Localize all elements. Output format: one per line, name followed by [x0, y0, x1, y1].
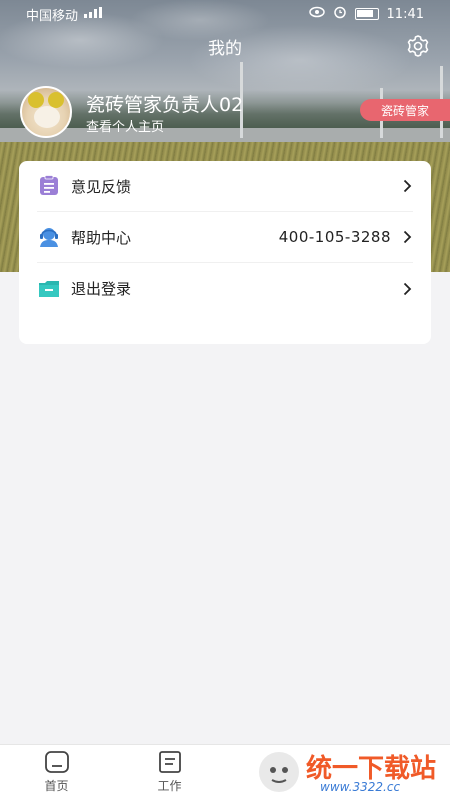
- signal-icon: [84, 6, 103, 22]
- menu-item-feedback[interactable]: 意见反馈: [37, 161, 413, 212]
- support-icon: [37, 225, 61, 249]
- tab-work[interactable]: 工作: [113, 745, 226, 800]
- watermark-logo-icon: [259, 752, 299, 792]
- page-title: 我的: [208, 39, 242, 59]
- view-profile-link[interactable]: 查看个人主页: [86, 116, 164, 135]
- role-badge: 瓷砖管家: [360, 99, 450, 121]
- gear-icon: [407, 35, 429, 57]
- chevron-right-icon: [401, 179, 413, 193]
- clock-time: 11:41: [386, 6, 424, 22]
- user-name[interactable]: 瓷砖管家负责人02: [86, 90, 243, 117]
- support-phone-number[interactable]: 400-105-3288: [279, 228, 391, 246]
- tab-label: 首页: [44, 779, 69, 793]
- work-icon: [158, 751, 181, 773]
- menu-item-help-center[interactable]: 帮助中心 400-105-3288: [37, 212, 413, 263]
- menu-card: 意见反馈 帮助中心 400-105-3288 退出登录: [19, 161, 431, 344]
- menu-item-label: 退出登录: [71, 280, 132, 298]
- chevron-right-icon: [401, 230, 413, 244]
- tab-label: 工作: [157, 779, 182, 793]
- menu-item-label: 帮助中心: [71, 228, 132, 247]
- eye-icon: [308, 6, 325, 22]
- chevron-right-icon: [401, 282, 413, 296]
- watermark: 统一下载站 www.3322.cc: [250, 744, 450, 800]
- home-icon: [44, 751, 69, 773]
- status-bar: 中国移动 11:41: [0, 0, 450, 28]
- tab-home[interactable]: 首页: [0, 745, 113, 800]
- carrier-label: 中国移动: [26, 8, 79, 24]
- menu-item-label: 意见反馈: [71, 177, 132, 196]
- watermark-url: www.3322.cc: [320, 780, 401, 794]
- menu-item-logout[interactable]: 退出登录: [37, 263, 413, 314]
- logout-icon: [37, 277, 61, 301]
- settings-button[interactable]: [404, 32, 432, 60]
- feedback-icon: [37, 174, 61, 198]
- alarm-icon: [333, 5, 347, 23]
- avatar[interactable]: [20, 86, 72, 138]
- battery-icon: [354, 8, 379, 20]
